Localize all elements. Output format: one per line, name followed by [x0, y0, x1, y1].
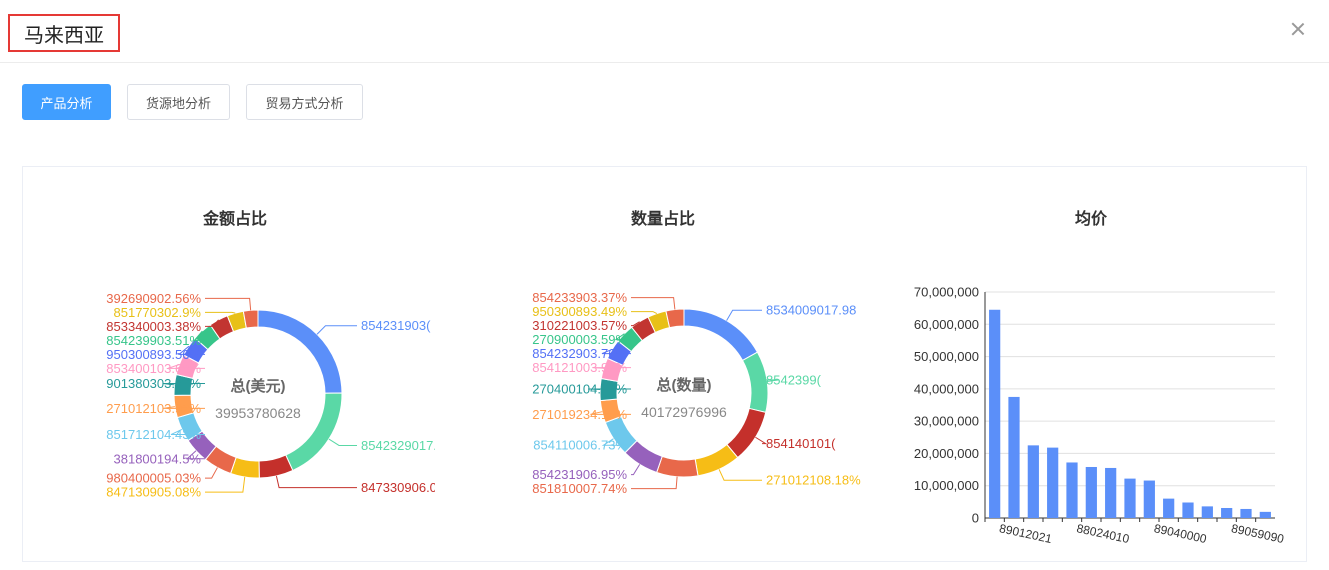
pie-label-line-0-13	[205, 311, 236, 314]
pie-label-1-8: 270400104.09%	[532, 382, 627, 397]
pie-label-0-6: 851712104.43%	[106, 427, 201, 442]
pie-label-0-8: 901380303.67%	[106, 376, 201, 391]
pie-slice-1-0[interactable]	[683, 308, 759, 362]
pie-label-1-1: 8542399(	[766, 372, 822, 387]
pie-label-1-13: 950300893.49%	[532, 304, 627, 319]
bar-ytick-4: 40,000,000	[914, 381, 979, 396]
pie-slice-0-2[interactable]	[258, 454, 294, 479]
pie-label-line-1-2	[755, 436, 768, 445]
pie-slice-1-1[interactable]	[741, 351, 769, 413]
pie-label-0-12: 853340003.38%	[106, 319, 201, 334]
pie-label-0-1: 8542329017.1	[361, 438, 444, 453]
bar-ytick-6: 60,000,000	[914, 317, 979, 332]
pie-label-0-4: 980400005.03%	[106, 471, 201, 486]
donut-center-value-0: 39953780628	[215, 405, 301, 421]
donut-center-label-0: 总(美元)	[231, 377, 286, 395]
pie-label-line-0-0	[316, 325, 357, 335]
pie-label-line-0-2	[275, 475, 357, 489]
chart-title-amount: 金额占比	[203, 211, 268, 228]
dialog-header: 马来西亚	[0, 0, 1329, 63]
chart-title-avg-price: 均价	[1075, 211, 1108, 228]
bar-0[interactable]	[989, 309, 1001, 518]
dialog-title: 马来西亚	[8, 14, 120, 52]
pie-slice-1-4[interactable]	[656, 455, 699, 478]
bar-ytick-7: 70,000,000	[914, 285, 979, 300]
donut-center-value-1: 40172976996	[641, 404, 727, 420]
pie-label-0-2: 847330906.02%	[361, 480, 456, 495]
pie-label-0-10: 950300893.56%	[106, 347, 201, 362]
bar-13[interactable]	[1240, 508, 1252, 518]
pie-label-0-7: 271012103.92%	[106, 401, 201, 416]
pie-label-line-1-13	[631, 311, 658, 314]
bar-12[interactable]	[1221, 507, 1233, 518]
pie-label-1-2: 854140101(	[766, 436, 836, 451]
pie-label-1-5: 854231906.95%	[532, 467, 627, 482]
pie-label-1-10: 854232903.76%	[532, 346, 627, 361]
bar-xtick-label-3: 89059090	[1230, 521, 1285, 546]
pie-label-0-13: 851770302.9%	[114, 305, 202, 320]
pie-label-1-12: 310221003.57%	[532, 318, 627, 333]
pie-label-1-0: 8534009017.98	[766, 303, 856, 318]
bar-4[interactable]	[1066, 462, 1078, 518]
pie-label-line-1-3	[718, 469, 762, 481]
tab-product-analysis[interactable]: 产品分析	[22, 84, 111, 120]
bar-ytick-0: 0	[972, 511, 979, 526]
pie-label-line-1-14	[631, 297, 676, 310]
pie-label-1-11: 270900003.59%	[532, 332, 627, 347]
bar-9[interactable]	[1163, 498, 1175, 518]
pie-label-0-11: 854239903.51%	[106, 333, 201, 348]
pie-label-1-6: 854110006.73%	[533, 438, 627, 453]
close-icon[interactable]	[1289, 20, 1307, 38]
quantity-donut: 8534009017.98 8542399( 854140101( 271012108…	[532, 290, 861, 496]
pie-label-line-0-4	[205, 467, 218, 479]
bar-xtick-label-1: 88024010	[1075, 521, 1130, 546]
bar-3[interactable]	[1047, 447, 1059, 518]
bar-6[interactable]	[1105, 467, 1117, 518]
pie-slice-1-3[interactable]	[694, 443, 739, 477]
charts-panel: 金额占比 数量占比 均价 854231903( 8542329017.1 84733…	[22, 166, 1307, 562]
pie-label-1-7: 271019234.16%	[532, 407, 627, 422]
pie-label-1-3: 271012108.18%	[766, 473, 861, 488]
bar-11[interactable]	[1201, 506, 1213, 518]
bar-1[interactable]	[1008, 396, 1020, 518]
pie-label-0-0: 854231903(	[361, 318, 431, 333]
bar-ytick-3: 30,000,000	[914, 414, 979, 429]
bar-5[interactable]	[1085, 466, 1097, 518]
bar-ytick-1: 10,000,000	[914, 478, 979, 493]
donut-center-label-1: 总(数量)	[657, 376, 712, 394]
pie-label-1-14: 854233903.37%	[532, 290, 627, 305]
pie-label-line-1-4	[631, 476, 678, 490]
pie-label-line-0-3	[205, 476, 246, 493]
pie-label-1-4: 851810007.74%	[532, 481, 627, 496]
bar-14[interactable]	[1259, 511, 1271, 518]
pie-label-line-1-0	[726, 309, 762, 321]
pie-label-line-1-5	[631, 464, 641, 476]
pie-slice-1-14[interactable]	[665, 308, 685, 329]
pie-label-0-14: 392690902.56%	[106, 291, 201, 306]
bar-ytick-5: 50,000,000	[914, 349, 979, 364]
bar-7[interactable]	[1124, 478, 1136, 518]
pie-slice-1-2[interactable]	[726, 407, 767, 459]
amount-donut: 854231903( 8542329017.1 847330906.02% 39269…	[106, 291, 456, 500]
bar-10[interactable]	[1182, 502, 1194, 518]
bar-8[interactable]	[1143, 480, 1155, 518]
pie-label-0-3: 847130905.08%	[106, 485, 201, 500]
bar-xtick-label-0: 89012021	[998, 521, 1053, 546]
pie-label-1-9: 854121003.92%	[532, 360, 627, 375]
pie-label-line-0-1	[328, 438, 357, 446]
tab-origin-analysis[interactable]: 货源地分析	[127, 84, 230, 120]
pie-label-0-9: 853400103.63%	[106, 361, 201, 376]
bar-xtick-label-2: 89040000	[1153, 521, 1208, 546]
pie-slice-0-14[interactable]	[242, 309, 259, 329]
pie-label-0-5: 381800194.5%	[114, 451, 202, 466]
bar-2[interactable]	[1027, 445, 1039, 518]
tab-trade-mode-analysis[interactable]: 贸易方式分析	[246, 84, 363, 120]
pie-label-line-0-14	[205, 297, 252, 311]
bar-ytick-2: 20,000,000	[914, 446, 979, 461]
analysis-tabs: 产品分析 货源地分析 贸易方式分析	[22, 84, 379, 120]
chart-title-quantity: 数量占比	[631, 211, 696, 228]
